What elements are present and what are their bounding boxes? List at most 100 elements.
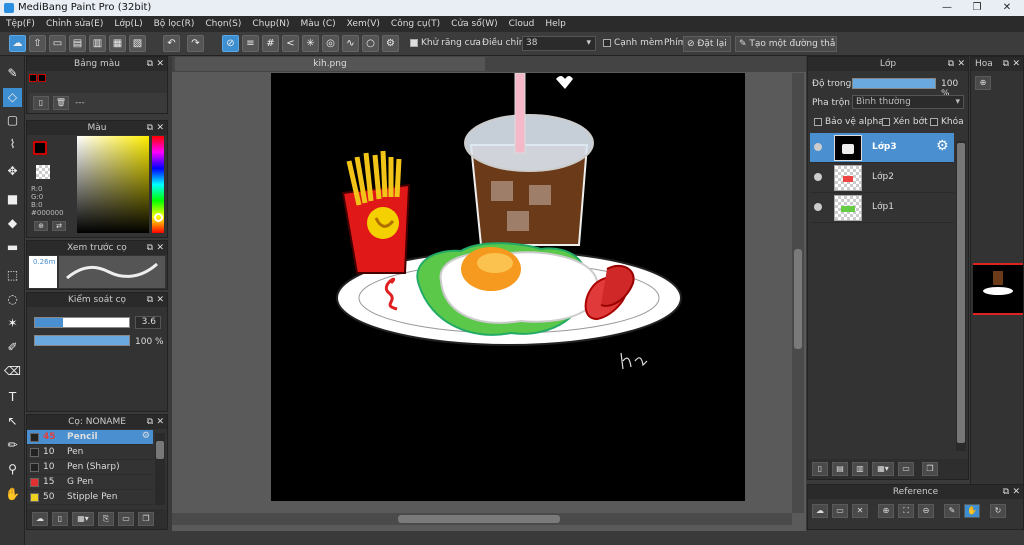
gear-icon[interactable]: ⚙ [142,431,150,441]
close-button[interactable]: ✕ [992,0,1022,16]
close-icon[interactable]: ✕ [1012,485,1020,499]
duplicate-icon[interactable]: ❐ [138,512,154,526]
menu-filter[interactable]: Bộ lọc(R) [148,16,200,29]
soft-edge-toggle[interactable]: Cạnh mèm [603,38,663,48]
eye-icon[interactable] [814,143,822,151]
menu-color[interactable]: Màu (C) [295,16,341,29]
popout-icon[interactable]: ⧉ [1003,485,1009,499]
menu-window[interactable]: Cửa sổ(W) [445,16,502,29]
folder-icon[interactable]: ▭ [118,512,134,526]
open-folder-icon[interactable]: ▭ [832,504,848,518]
cloud-upload-icon[interactable]: ☁ [812,504,828,518]
select-rect-tool-icon[interactable]: ⬚ [3,266,22,285]
eyedropper-icon[interactable]: ✎ [944,504,960,518]
cloud-icon[interactable]: ☁ [9,35,26,52]
antialias-toggle[interactable]: Khử răng cưa [410,38,481,48]
dot-tool-icon[interactable]: ▢ [3,111,22,130]
palette-swatch[interactable] [38,74,46,82]
navigator-thumbnail[interactable] [973,263,1023,315]
snap-settings-icon[interactable]: ⚙ [382,35,399,52]
gear-icon[interactable]: ⚙ [936,138,949,154]
menu-tools[interactable]: Công cụ(T) [385,16,445,29]
popout-icon[interactable]: ⧉ [147,241,153,255]
palette-swatch[interactable] [29,74,37,82]
popout-icon[interactable]: ⧉ [147,293,153,307]
popout-icon[interactable]: ⧉ [948,57,954,71]
brush-item-pen-sharp[interactable]: 10 Pen (Sharp) [27,460,153,475]
select-pen-tool-icon[interactable]: ✐ [3,338,22,357]
brush2-tool-icon[interactable]: ⌇ [3,135,22,154]
folder-icon[interactable]: ▭ [898,462,914,476]
zoom-in-icon[interactable]: ⊕ [975,76,991,90]
eraser-tool-icon[interactable]: ◇ [3,88,22,107]
popout-icon[interactable]: ⧉ [147,121,153,135]
list-icon[interactable]: ▧ [129,35,146,52]
maximize-button[interactable]: ❐ [962,0,992,16]
add-color-icon[interactable]: ⊕ [34,221,48,231]
grid-icon[interactable]: ▦ [109,35,126,52]
popout-icon[interactable]: ⧉ [147,415,153,429]
protect-alpha-toggle[interactable]: Bảo vệ alpha [814,117,884,127]
eye-icon[interactable] [814,203,822,211]
secondary-color-swatch[interactable] [36,165,50,179]
primary-color-swatch[interactable] [33,141,47,155]
layer-scrollbar[interactable] [956,141,966,451]
magic-wand-tool-icon[interactable]: ✶ [3,314,22,333]
horizontal-scrollbar[interactable] [172,513,792,525]
popout-icon[interactable]: ⧉ [147,57,153,71]
layer-item-1[interactable]: Lớp1 [810,193,954,223]
bucket-tool-icon[interactable]: ◆ [3,214,22,233]
hand-icon[interactable]: ✋ [964,504,980,518]
minimize-button[interactable]: — [932,0,962,16]
brush-item-pencil[interactable]: 45 Pencil ⚙ [27,430,153,445]
cloud-brush-icon[interactable]: ☁ [32,512,48,526]
trash-icon[interactable]: 🗑 [53,96,69,110]
comment-icon[interactable]: ▭ [49,35,66,52]
page-icon[interactable]: ▥ [89,35,106,52]
select-eraser-tool-icon[interactable]: ⌫ [3,362,22,381]
close-icon[interactable]: ✕ [156,415,164,429]
blend-mode-select[interactable]: Bình thường ▾ [852,95,964,109]
lasso-tool-icon[interactable]: ◌ [3,290,22,309]
popout-icon[interactable]: ⧉ [1003,57,1009,71]
snap-circle-icon[interactable]: ◎ [322,35,339,52]
menu-view[interactable]: Xem(V) [341,16,385,29]
brush-opacity-slider[interactable] [34,335,130,346]
undo-icon[interactable]: ↶ [163,35,180,52]
divide-tool-icon[interactable]: ✏ [3,436,22,455]
straight-line-button[interactable]: ✎ Tạo một đường thẳng [735,36,837,52]
layer-item-2[interactable]: Lớp2 [810,163,954,193]
close-icon[interactable]: ✕ [156,57,164,71]
close-icon[interactable]: ✕ [156,241,164,255]
operation-tool-icon[interactable]: ↖ [3,412,22,431]
document-tab[interactable]: kih.png [175,57,485,71]
artboard[interactable]: hai [271,72,745,501]
new-brush-icon[interactable]: ▯ [52,512,68,526]
new-page-icon[interactable]: ▯ [33,96,49,110]
eyedropper-tool-icon[interactable]: ⚲ [3,460,22,479]
snap-ring-icon[interactable]: ○ [362,35,379,52]
menu-cloud[interactable]: Cloud [503,16,540,29]
adjust-select[interactable]: 38 ▾ [522,36,596,51]
new-8bit-layer-icon[interactable]: ▥ [852,462,868,476]
menu-help[interactable]: Help [539,16,571,29]
close-icon[interactable]: ✕ [957,57,965,71]
snap-parallel-icon[interactable]: ≡ [242,35,259,52]
eye-icon[interactable] [814,173,822,181]
layer-item-3[interactable]: Lớp3 ⚙ [810,133,954,163]
menu-file[interactable]: Tệp(F) [0,16,40,29]
menu-select[interactable]: Chọn(S) [199,16,246,29]
snap-curve-icon[interactable]: ∿ [342,35,359,52]
doc-icon[interactable]: ▤ [69,35,86,52]
move-tool-icon[interactable]: ✥ [3,162,22,181]
menu-edit[interactable]: Chỉnh sửa(E) [40,16,108,29]
menu-layer[interactable]: Lớp(L) [108,16,147,29]
lock-toggle[interactable]: Khóa [930,117,964,127]
brush-item-g-pen[interactable]: 15 G Pen [27,475,153,490]
antialias-checkbox[interactable] [410,38,418,47]
brush-size-slider[interactable] [34,317,130,328]
close-icon[interactable]: ✕ [1012,57,1020,71]
swap-color-icon[interactable]: ⇄ [52,221,66,231]
brush-list-scrollbar[interactable] [155,433,165,505]
close-ref-icon[interactable]: ✕ [852,504,868,518]
